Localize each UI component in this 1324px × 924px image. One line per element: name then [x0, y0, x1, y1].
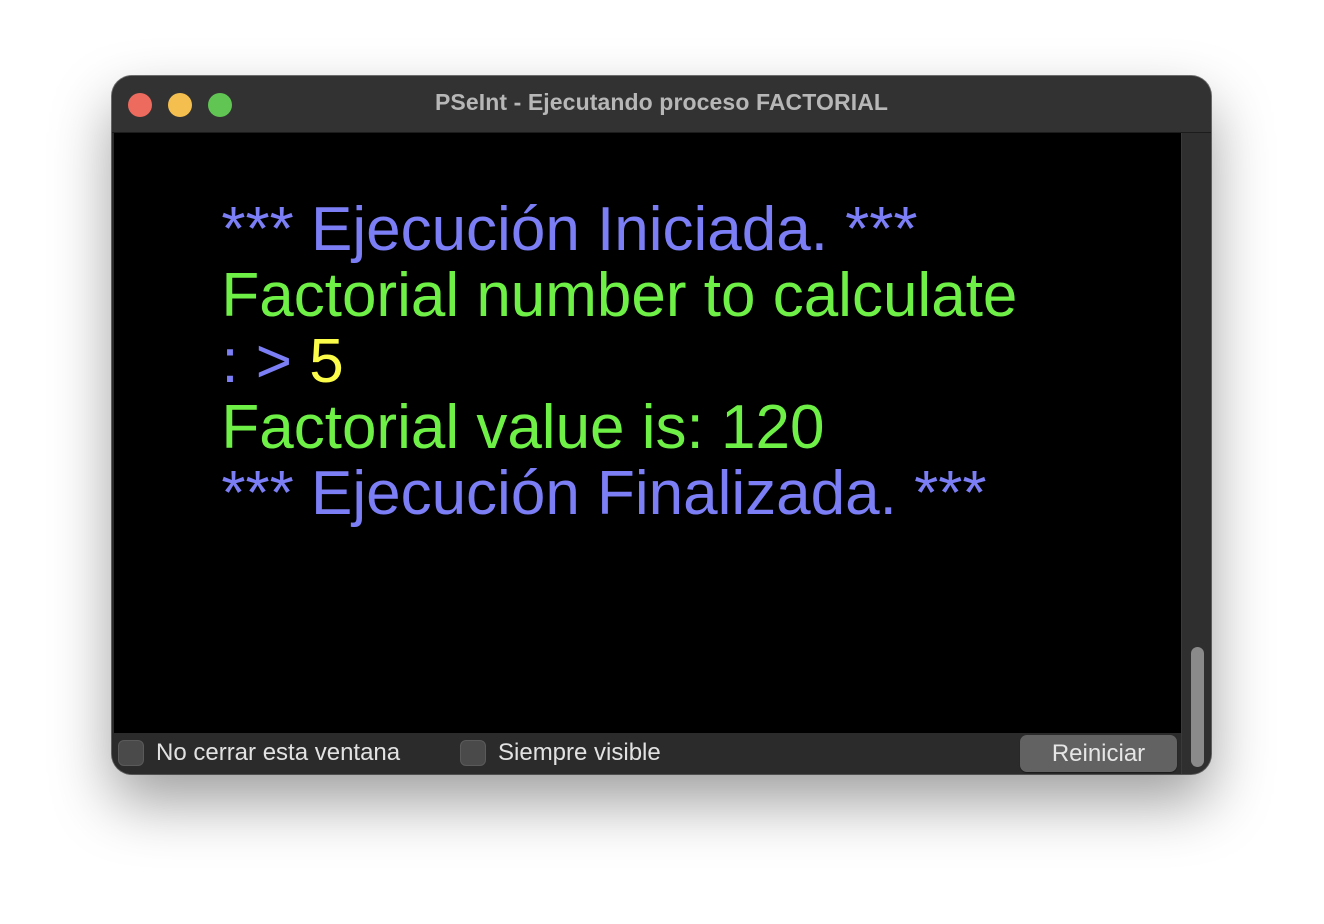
vertical-scrollbar[interactable] [1181, 133, 1211, 774]
keep-open-option[interactable]: No cerrar esta ventana [118, 737, 400, 769]
bottom-bar: No cerrar esta ventana Siempre visible R… [112, 733, 1181, 774]
console-line: *** Ejecución Finalizada. *** [118, 401, 986, 587]
scrollbar-thumb[interactable] [1191, 647, 1204, 767]
console-text: *** Ejecución Finalizada. *** [221, 459, 987, 528]
always-visible-option[interactable]: Siempre visible [460, 737, 661, 769]
always-visible-checkbox[interactable] [460, 740, 486, 766]
window-title: PSeInt - Ejecutando proceso FACTORIAL [434, 89, 889, 115]
keep-open-checkbox[interactable] [118, 740, 144, 766]
reset-button[interactable]: Reiniciar [1020, 735, 1177, 772]
keep-open-label[interactable]: No cerrar esta ventana [156, 739, 400, 767]
title-bar[interactable]: PSeInt - Ejecutando proceso FACTORIAL [112, 76, 1211, 133]
always-visible-label[interactable]: Siempre visible [498, 739, 661, 767]
pseint-execution-window: PSeInt - Ejecutando proceso FACTORIAL **… [112, 76, 1211, 774]
console-output[interactable]: *** Ejecución Iniciada. *** Factorial nu… [114, 133, 1181, 733]
